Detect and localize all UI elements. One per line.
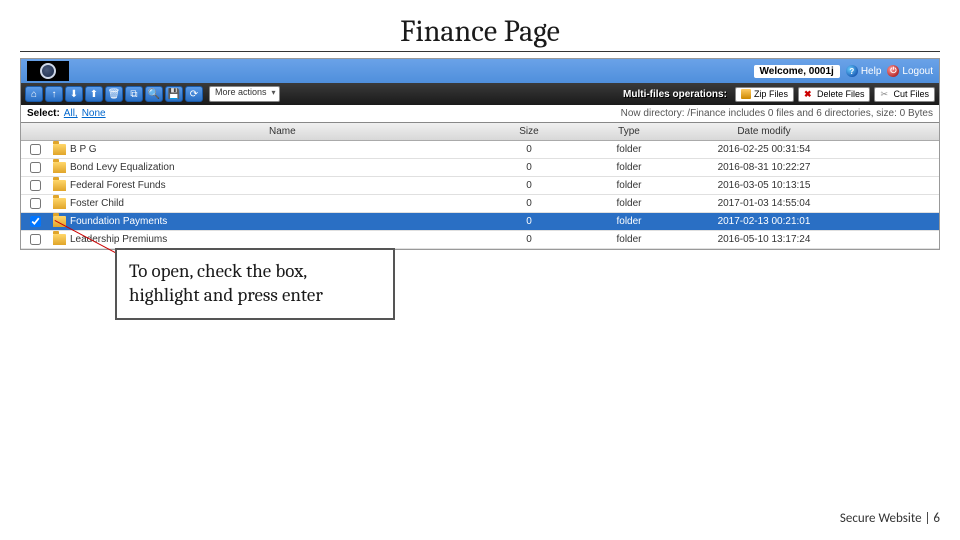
copy-button[interactable]: ⧉ bbox=[125, 86, 143, 102]
header-name[interactable]: Name bbox=[49, 126, 489, 137]
row-checkbox[interactable] bbox=[30, 180, 41, 191]
row-type: folder bbox=[569, 162, 689, 173]
topbar: Welcome, 0001j ? Help ⏻ Logout bbox=[21, 59, 939, 83]
folder-icon bbox=[53, 180, 66, 191]
folder-icon bbox=[53, 234, 66, 245]
table-row[interactable]: Bond Levy Equalization 0folder2016-08-31 … bbox=[21, 159, 939, 177]
delete-label: Delete Files bbox=[817, 89, 865, 99]
slide-title: Finance Page bbox=[0, 0, 960, 51]
cut-icon: ✂ bbox=[880, 89, 890, 99]
row-type: folder bbox=[569, 216, 689, 227]
row-checkbox[interactable] bbox=[30, 216, 41, 227]
save-button[interactable]: 💾 bbox=[165, 86, 183, 102]
file-list: B P G0folder2016-02-25 00:31:54Bond Levy… bbox=[21, 141, 939, 249]
multi-file-ops-label: Multi-files operations: bbox=[623, 89, 727, 100]
row-checkbox[interactable] bbox=[30, 234, 41, 245]
delete-icon: ✖ bbox=[804, 89, 814, 99]
search-button[interactable]: 🔍 bbox=[145, 86, 163, 102]
header-date[interactable]: Date modify bbox=[689, 126, 839, 137]
table-row[interactable]: Leadership Premiums0folder2016-05-10 13:… bbox=[21, 231, 939, 249]
up-button[interactable]: ↑ bbox=[45, 86, 63, 102]
title-underline bbox=[20, 51, 940, 52]
column-headers: Name Size Type Date modify bbox=[21, 123, 939, 141]
help-link[interactable]: ? Help bbox=[846, 65, 882, 77]
table-row[interactable]: Federal Forest Funds 0folder2016-03-05 10… bbox=[21, 177, 939, 195]
row-size: 0 bbox=[489, 198, 569, 209]
callout-box: To open, check the box, highlight and pr… bbox=[115, 248, 395, 320]
row-type: folder bbox=[569, 144, 689, 155]
folder-icon bbox=[53, 198, 66, 209]
select-label: Select: bbox=[27, 108, 60, 119]
row-date: 2016-03-05 10:13:15 bbox=[689, 180, 839, 191]
delete-files-button[interactable]: ✖Delete Files bbox=[798, 87, 871, 102]
help-icon: ? bbox=[846, 65, 858, 77]
row-size: 0 bbox=[489, 144, 569, 155]
more-actions-dropdown[interactable]: More actions bbox=[209, 86, 280, 102]
zip-label: Zip Files bbox=[754, 89, 788, 99]
folder-icon bbox=[53, 162, 66, 173]
row-type: folder bbox=[569, 234, 689, 245]
upload-button[interactable]: ⬆ bbox=[85, 86, 103, 102]
row-date: 2017-02-13 00:21:01 bbox=[689, 216, 839, 227]
header-type[interactable]: Type bbox=[569, 126, 689, 137]
header-size[interactable]: Size bbox=[489, 126, 569, 137]
table-row[interactable]: B P G 0folder2016-02-25 00:31:54 bbox=[21, 141, 939, 159]
select-all-link[interactable]: All, bbox=[64, 108, 78, 119]
row-name-text: Bond Levy Equalization bbox=[70, 162, 175, 173]
help-label: Help bbox=[861, 66, 882, 77]
row-date: 2016-05-10 13:17:24 bbox=[689, 234, 839, 245]
row-type: folder bbox=[569, 198, 689, 209]
row-name-text: Foster Child bbox=[70, 198, 124, 209]
row-checkbox[interactable] bbox=[30, 144, 41, 155]
toolbar: ⌂↑⬇⬆🗑⧉🔍💾⟳ More actions Multi-files operat… bbox=[21, 83, 939, 105]
row-name-text: Foundation Payments bbox=[70, 216, 167, 227]
file-manager-frame: Welcome, 0001j ? Help ⏻ Logout ⌂↑⬇⬆🗑⧉🔍💾⟳… bbox=[20, 58, 940, 250]
slide-footer: Secure Website | 6 bbox=[840, 511, 940, 526]
welcome-text: Welcome, 0001j bbox=[754, 65, 840, 78]
zip-icon bbox=[741, 89, 751, 99]
download-button[interactable]: ⬇ bbox=[65, 86, 83, 102]
row-size: 0 bbox=[489, 234, 569, 245]
logout-icon: ⏻ bbox=[887, 65, 899, 77]
table-row[interactable]: Foundation Payments 0folder2017-02-13 00:… bbox=[21, 213, 939, 231]
select-row: Select: All, None Now directory: /Financ… bbox=[21, 105, 939, 123]
cut-files-button[interactable]: ✂Cut Files bbox=[874, 87, 935, 102]
zip-files-button[interactable]: Zip Files bbox=[735, 87, 794, 102]
refresh-button[interactable]: ⟳ bbox=[185, 86, 203, 102]
row-checkbox[interactable] bbox=[30, 198, 41, 209]
row-date: 2016-02-25 00:31:54 bbox=[689, 144, 839, 155]
row-checkbox[interactable] bbox=[30, 162, 41, 173]
logout-label: Logout bbox=[902, 66, 933, 77]
select-none-link[interactable]: None bbox=[82, 108, 106, 119]
logo bbox=[27, 61, 69, 81]
row-type: folder bbox=[569, 180, 689, 191]
table-row[interactable]: Foster Child 0folder2017-01-03 14:55:04 bbox=[21, 195, 939, 213]
row-name-text: B P G bbox=[70, 144, 97, 155]
directory-info: Now directory: /Finance includes 0 files… bbox=[621, 108, 933, 119]
row-date: 2017-01-03 14:55:04 bbox=[689, 198, 839, 209]
logout-link[interactable]: ⏻ Logout bbox=[887, 65, 933, 77]
delete-button[interactable]: 🗑 bbox=[105, 86, 123, 102]
row-size: 0 bbox=[489, 216, 569, 227]
home-button[interactable]: ⌂ bbox=[25, 86, 43, 102]
folder-icon bbox=[53, 144, 66, 155]
cut-label: Cut Files bbox=[893, 89, 929, 99]
row-size: 0 bbox=[489, 162, 569, 173]
row-date: 2016-08-31 10:22:27 bbox=[689, 162, 839, 173]
row-name-text: Federal Forest Funds bbox=[70, 180, 166, 191]
row-size: 0 bbox=[489, 180, 569, 191]
